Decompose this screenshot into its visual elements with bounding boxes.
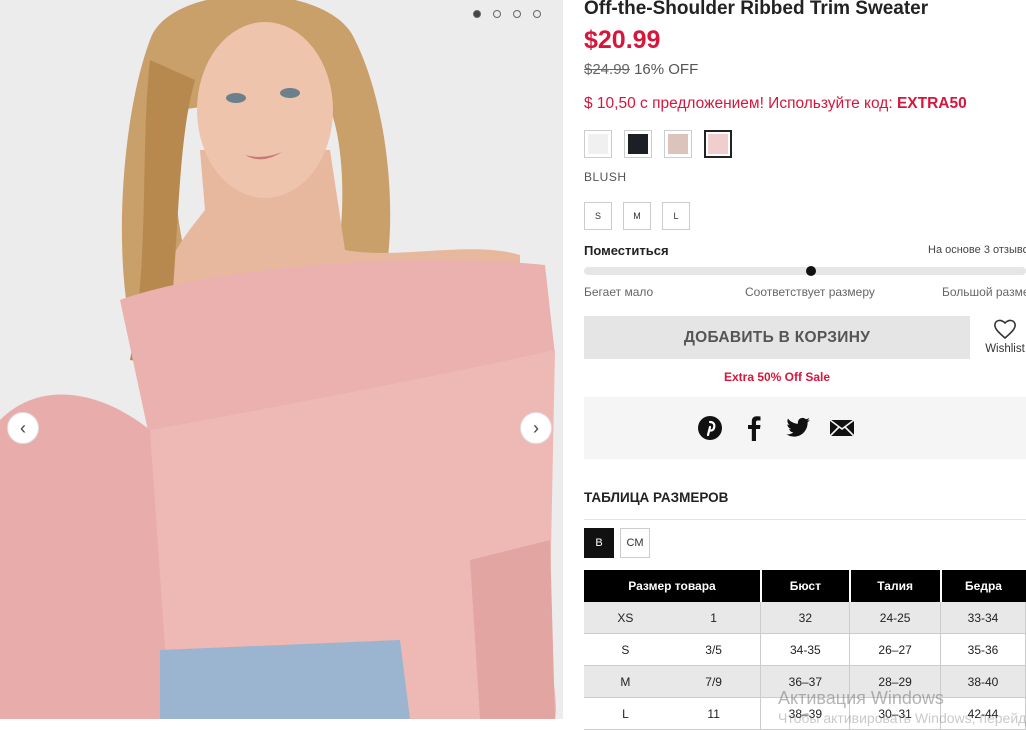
gallery-dot[interactable]: [493, 10, 501, 18]
table-cell: 7/9: [666, 665, 762, 698]
color-swatch-blush[interactable]: [704, 130, 732, 158]
fit-review-note: На основе 3 отзывов: [928, 244, 1026, 256]
sale-link[interactable]: Extra 50% Off Sale: [584, 370, 970, 384]
fit-label: Поместиться: [584, 243, 669, 258]
promo-message: $ 10,50 с предложением! Используйте код:: [584, 95, 897, 112]
size-chart-header: Талия: [849, 570, 942, 602]
unit-inches-button[interactable]: В: [584, 528, 614, 558]
heart-icon: [994, 319, 1016, 340]
table-cell: L: [584, 697, 667, 730]
old-price: $24.99: [584, 61, 630, 78]
pinterest-icon[interactable]: [697, 415, 723, 441]
fit-scale-bar: [584, 266, 1026, 276]
table-cell: 36–37: [760, 665, 851, 698]
table-cell: 24-25: [849, 602, 942, 634]
table-row: XS 1 32 24-25 33-34: [584, 602, 1026, 634]
table-cell: 26–27: [849, 633, 942, 666]
unit-cm-button[interactable]: СМ: [620, 528, 650, 558]
fit-scale-small: Бегает мало: [584, 285, 654, 299]
email-icon[interactable]: [829, 415, 855, 441]
wishlist-button[interactable]: Wishlist: [980, 318, 1026, 355]
product-price: $20.99: [584, 26, 661, 54]
color-swatch-white[interactable]: [584, 130, 612, 158]
share-bar: [584, 397, 1026, 459]
unit-toggle: В СМ: [584, 528, 650, 558]
fit-scale-true: Соответствует размеру: [745, 285, 875, 299]
table-cell: 1: [666, 602, 762, 634]
add-to-cart-button[interactable]: ДОБАВИТЬ В КОРЗИНУ: [584, 316, 970, 359]
table-cell: S: [584, 633, 667, 666]
divider: [584, 519, 1026, 520]
gallery-prev-button[interactable]: ‹: [7, 412, 39, 444]
table-row: S 3/5 34-35 26–27 35-36: [584, 633, 1026, 666]
table-cell: 3/5: [666, 633, 762, 666]
product-title: Off-the-Shoulder Ribbed Trim Sweater: [584, 0, 929, 19]
table-cell: XS: [584, 602, 667, 634]
product-gallery: ‹ ›: [0, 0, 563, 719]
table-cell: 38-40: [940, 665, 1026, 698]
promo-text: $ 10,50 с предложением! Используйте код:…: [584, 95, 967, 113]
table-cell: 33-34: [940, 602, 1026, 634]
color-swatch-black[interactable]: [624, 130, 652, 158]
product-photo: [0, 0, 563, 719]
facebook-icon[interactable]: [741, 415, 767, 441]
selected-color-name: BLUSH: [584, 170, 627, 184]
size-option-s[interactable]: S: [584, 202, 612, 230]
fit-scale-large: Большой размер: [942, 285, 1026, 299]
chevron-left-icon: ‹: [20, 417, 26, 438]
table-cell: M: [584, 665, 667, 698]
size-option-l[interactable]: L: [662, 202, 690, 230]
color-swatch-taupe[interactable]: [664, 130, 692, 158]
gallery-dots: [473, 10, 541, 18]
gallery-dot[interactable]: [533, 10, 541, 18]
size-chart-header: Бедра: [940, 570, 1026, 602]
wishlist-label: Wishlist: [985, 343, 1025, 355]
table-cell: 34-35: [760, 633, 851, 666]
windows-activation-subtext: Чтобы активировать Windows, перейдите в …: [778, 710, 1026, 726]
size-chart-header: Размер товара: [584, 570, 762, 602]
gallery-dot[interactable]: [473, 10, 481, 18]
size-chart-header: Бюст: [760, 570, 851, 602]
table-row: M 7/9 36–37 28–29 38-40: [584, 665, 1026, 698]
chevron-right-icon: ›: [533, 417, 539, 438]
discount-label: 16% OFF: [634, 61, 699, 78]
twitter-icon[interactable]: [785, 415, 811, 441]
color-swatches: [584, 130, 732, 158]
fit-indicator: [806, 266, 816, 276]
table-cell: 11: [666, 697, 762, 730]
table-cell: 35-36: [940, 633, 1026, 666]
size-option-m[interactable]: M: [623, 202, 651, 230]
table-cell: 28–29: [849, 665, 942, 698]
promo-code: EXTRA50: [896, 95, 967, 112]
gallery-dot[interactable]: [513, 10, 521, 18]
size-chart-table: Размер товара Бюст Талия Бедра XS 1 32 2…: [584, 570, 1026, 730]
table-cell: 32: [760, 602, 851, 634]
size-options: S M L: [584, 202, 690, 230]
price-compare: $24.99 16% OFF: [584, 61, 698, 78]
gallery-next-button[interactable]: ›: [520, 412, 552, 444]
size-chart-title: ТАБЛИЦА РАЗМЕРОВ: [584, 490, 729, 505]
